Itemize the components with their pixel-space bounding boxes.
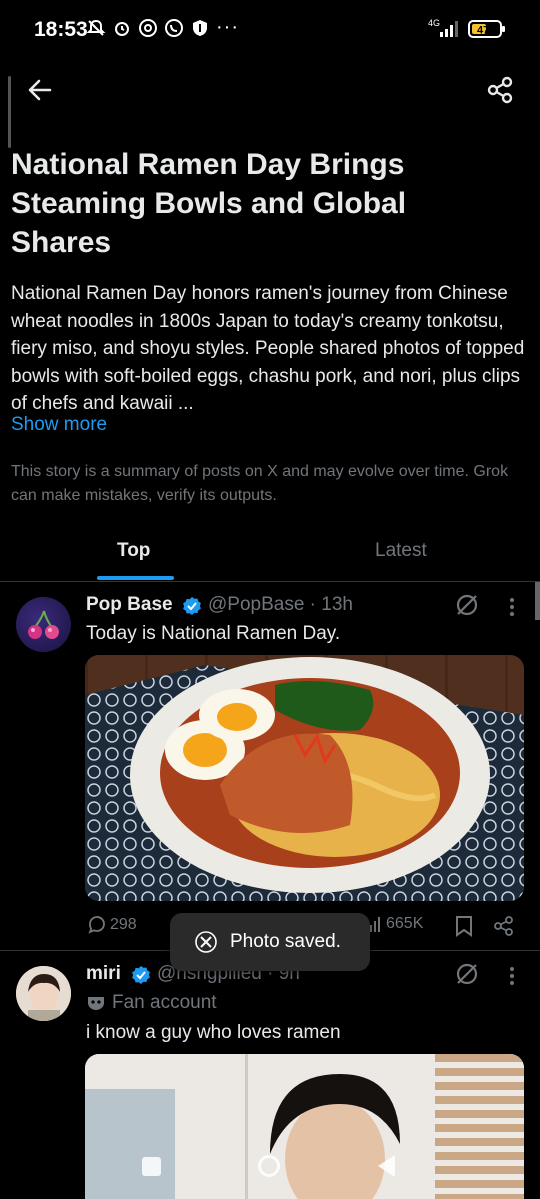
home-button[interactable] xyxy=(258,1155,280,1177)
post-handle-time[interactable]: @PopBase · 13h xyxy=(208,594,353,616)
person-photo-image xyxy=(85,1054,524,1199)
avatar[interactable] xyxy=(16,597,71,652)
alarm-icon xyxy=(115,22,129,36)
svg-text:47: 47 xyxy=(477,25,489,37)
article-headline: National Ramen Day Brings Steaming Bowls… xyxy=(11,148,407,259)
post-image-ramen[interactable] xyxy=(85,655,524,901)
profile-photo-icon xyxy=(16,966,71,1021)
verified-badge-icon xyxy=(132,966,150,984)
tab-latest[interactable]: Latest xyxy=(375,540,427,562)
article-summary: National Ramen Day honors ramen's journe… xyxy=(11,283,525,414)
signal-icon: 4G xyxy=(428,18,458,37)
status-bar: 18:53 ··· 4G 47 xyxy=(0,0,540,60)
post-author-name[interactable]: miri xyxy=(86,963,121,985)
article-disclaimer: This story is a summary of posts on X an… xyxy=(11,463,509,504)
grok-icon[interactable] xyxy=(454,592,480,618)
arrow-left-icon xyxy=(28,79,52,101)
active-tab-indicator xyxy=(97,576,174,580)
post-text: i know a guy who loves ramen xyxy=(86,1022,341,1043)
cherry-logo-icon xyxy=(28,610,59,639)
share-icon xyxy=(487,76,513,104)
more-options-icon[interactable] xyxy=(502,963,522,989)
feed-tabs: Top Latest xyxy=(0,528,540,582)
status-notification-icons xyxy=(86,18,210,38)
post-text: Today is National Ramen Day. xyxy=(86,623,341,644)
reply-button[interactable]: 298 xyxy=(87,915,137,935)
tab-top[interactable]: Top xyxy=(117,540,150,562)
views-button[interactable]: 665K xyxy=(369,915,423,933)
bookmark-icon[interactable] xyxy=(455,915,473,937)
reply-count: 298 xyxy=(110,916,137,933)
mask-icon xyxy=(88,997,104,1010)
fan-account-text: Fan account xyxy=(112,992,217,1013)
avatar[interactable] xyxy=(16,966,71,1021)
status-system-icons: 4G 47 xyxy=(428,18,506,40)
show-more-link[interactable]: Show more xyxy=(11,414,107,436)
svg-text:4G: 4G xyxy=(428,18,440,28)
post-author-name[interactable]: Pop Base xyxy=(86,594,173,616)
whatsapp-icon xyxy=(165,19,183,37)
recent-apps-button[interactable] xyxy=(142,1157,161,1176)
threads-icon xyxy=(139,19,157,37)
ramen-bowl-image xyxy=(85,655,524,901)
scroll-indicator xyxy=(8,76,11,148)
mute-bell-icon xyxy=(86,19,106,36)
system-back-button[interactable] xyxy=(378,1155,395,1177)
toast-text: Photo saved. xyxy=(230,931,341,952)
more-options-icon[interactable] xyxy=(502,594,522,620)
more-notifications-icon: ··· xyxy=(216,16,239,38)
back-button[interactable] xyxy=(20,70,60,110)
views-icon xyxy=(370,917,380,932)
share-button[interactable] xyxy=(480,70,520,110)
post-share-icon[interactable] xyxy=(493,915,515,937)
verified-badge-icon xyxy=(183,597,201,615)
post-image-person[interactable] xyxy=(85,1054,524,1199)
reply-icon xyxy=(88,916,105,934)
grok-icon[interactable] xyxy=(454,961,480,987)
views-count: 665K xyxy=(386,915,424,932)
photo-saved-toast: Photo saved. xyxy=(170,913,370,971)
shield-icon xyxy=(193,20,207,36)
fan-account-label: Fan account xyxy=(86,992,217,1014)
status-time: 18:53 xyxy=(34,18,88,41)
battery-icon: 47 xyxy=(468,20,505,38)
x-logo-icon xyxy=(195,931,217,953)
feed-scrollbar[interactable] xyxy=(535,582,540,620)
